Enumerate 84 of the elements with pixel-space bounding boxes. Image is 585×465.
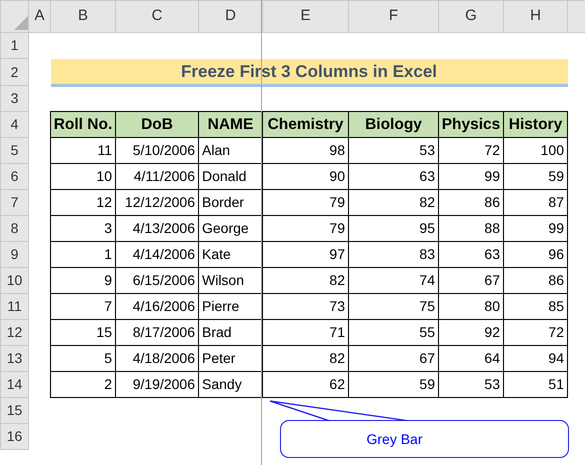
table-cell: 64 bbox=[438, 346, 504, 372]
table-cell: 96 bbox=[504, 242, 568, 268]
column-header[interactable]: A bbox=[28, 0, 50, 32]
table-cell: 4/13/2006 bbox=[116, 216, 198, 242]
row-header[interactable]: 7 bbox=[0, 190, 28, 216]
row-header[interactable]: 10 bbox=[0, 268, 28, 294]
table-cell: 7 bbox=[50, 294, 116, 320]
table-cell: 59 bbox=[348, 372, 438, 398]
row-header[interactable]: 2 bbox=[0, 58, 28, 86]
table-cell: 53 bbox=[348, 138, 438, 164]
row-header[interactable]: 11 bbox=[0, 294, 28, 320]
table-cell: 9 bbox=[50, 268, 116, 294]
table-cell: 95 bbox=[348, 216, 438, 242]
table-cell: 92 bbox=[438, 320, 504, 346]
column-heading: DoB bbox=[116, 112, 198, 138]
table-cell: 9/19/2006 bbox=[116, 372, 198, 398]
select-all-icon[interactable] bbox=[14, 16, 28, 30]
row-header[interactable]: 8 bbox=[0, 216, 28, 242]
table-cell: 4/14/2006 bbox=[116, 242, 198, 268]
row-header[interactable]: 16 bbox=[0, 424, 28, 450]
callout: Grey Bar bbox=[280, 420, 569, 458]
table-cell: 10 bbox=[50, 164, 116, 190]
column-heading: Biology bbox=[348, 112, 438, 138]
row-header[interactable]: 13 bbox=[0, 346, 28, 372]
table-cell: 74 bbox=[348, 268, 438, 294]
table-cell: 67 bbox=[438, 268, 504, 294]
table-cell: 6/15/2006 bbox=[116, 268, 198, 294]
table-cell: 12/12/2006 bbox=[116, 190, 198, 216]
table-cell: 85 bbox=[504, 294, 568, 320]
table-cell: 51 bbox=[504, 372, 568, 398]
table-cell: 72 bbox=[504, 320, 568, 346]
table-cell: 5 bbox=[50, 346, 116, 372]
column-header[interactable]: F bbox=[348, 0, 438, 32]
row-header[interactable]: 12 bbox=[0, 320, 28, 346]
table-cell: 87 bbox=[504, 190, 568, 216]
table-cell: 63 bbox=[438, 242, 504, 268]
row-header[interactable]: 3 bbox=[0, 86, 28, 112]
row-header[interactable]: 14 bbox=[0, 372, 28, 398]
table-cell: 67 bbox=[348, 346, 438, 372]
table-cell: 86 bbox=[504, 268, 568, 294]
table-cell: 83 bbox=[348, 242, 438, 268]
table-cell: 94 bbox=[504, 346, 568, 372]
sheet-title: Freeze First 3 Columns in Excel bbox=[50, 58, 568, 86]
table-cell: 82 bbox=[348, 190, 438, 216]
table-cell: 88 bbox=[438, 216, 504, 242]
table-cell: 8/17/2006 bbox=[116, 320, 198, 346]
column-heading: Chemistry bbox=[262, 112, 348, 138]
table-cell: 4/18/2006 bbox=[116, 346, 198, 372]
table-cell: 99 bbox=[438, 164, 504, 190]
table-cell: 53 bbox=[438, 372, 504, 398]
table-cell: 72 bbox=[438, 138, 504, 164]
row-header[interactable]: 6 bbox=[0, 164, 28, 190]
table-cell: 12 bbox=[50, 190, 116, 216]
row-header[interactable]: 15 bbox=[0, 398, 28, 424]
table-cell: 3 bbox=[50, 216, 116, 242]
table-cell: 15 bbox=[50, 320, 116, 346]
table-cell: 63 bbox=[348, 164, 438, 190]
table-cell: 4/16/2006 bbox=[116, 294, 198, 320]
column-heading: History bbox=[504, 112, 568, 138]
row-header[interactable]: 9 bbox=[0, 242, 28, 268]
table-cell: 11 bbox=[50, 138, 116, 164]
table-cell: 100 bbox=[504, 138, 568, 164]
column-header[interactable]: D bbox=[198, 0, 262, 32]
column-header[interactable]: B bbox=[50, 0, 116, 32]
table-cell: 5/10/2006 bbox=[116, 138, 198, 164]
table-cell: 2 bbox=[50, 372, 116, 398]
table-cell: 4/11/2006 bbox=[116, 164, 198, 190]
row-header[interactable]: 4 bbox=[0, 112, 28, 138]
table-cell: 86 bbox=[438, 190, 504, 216]
table-cell: 55 bbox=[348, 320, 438, 346]
column-header[interactable]: G bbox=[438, 0, 504, 32]
table-cell: 1 bbox=[50, 242, 116, 268]
column-header[interactable]: E bbox=[262, 0, 348, 32]
column-heading: Physics bbox=[438, 112, 504, 138]
column-heading: NAME bbox=[198, 112, 262, 138]
column-heading: Roll No. bbox=[50, 112, 116, 138]
table-cell: 59 bbox=[504, 164, 568, 190]
column-header[interactable]: C bbox=[116, 0, 198, 32]
column-header[interactable]: H bbox=[504, 0, 568, 32]
row-header[interactable]: 1 bbox=[0, 32, 28, 58]
table-cell: 99 bbox=[504, 216, 568, 242]
row-header[interactable]: 5 bbox=[0, 138, 28, 164]
table-cell: 80 bbox=[438, 294, 504, 320]
table-cell: 75 bbox=[348, 294, 438, 320]
